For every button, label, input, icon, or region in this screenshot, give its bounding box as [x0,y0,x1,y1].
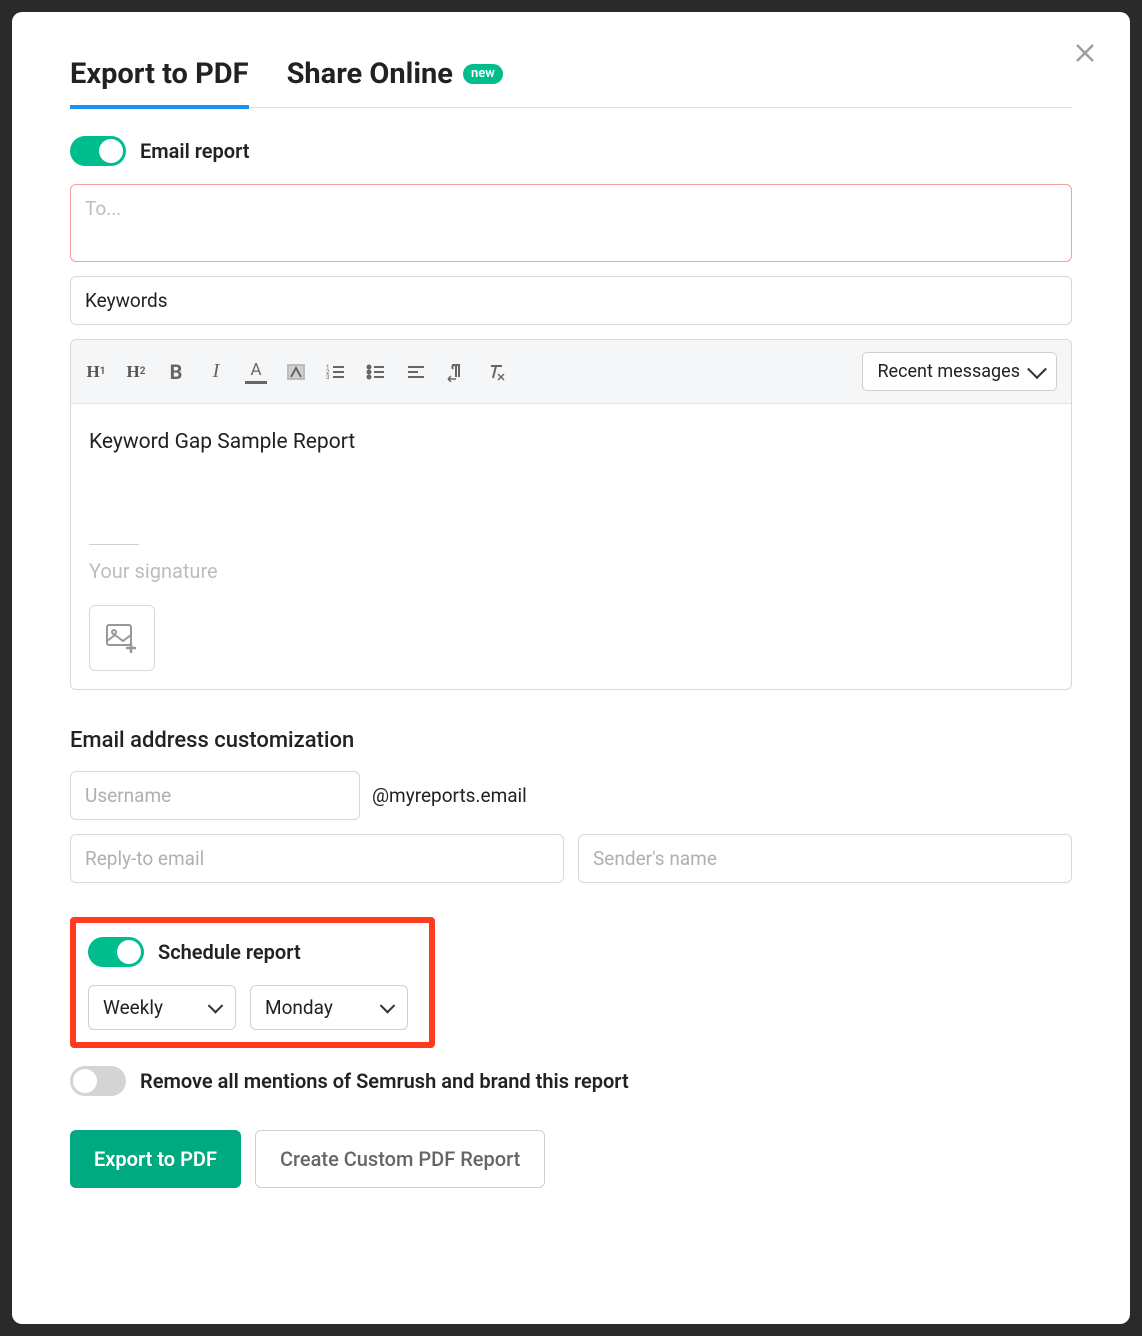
tab-export-pdf[interactable]: Export to PDF [70,57,249,109]
export-modal: Export to PDF Share Online new Email rep… [12,12,1130,1324]
schedule-label: Schedule report [158,940,301,964]
sender-name-input[interactable] [578,834,1072,883]
recent-messages-select[interactable]: Recent messages [862,352,1057,391]
tab-share-label: Share Online [287,57,453,91]
h2-button[interactable]: H2 [125,360,147,384]
new-badge: new [463,64,503,84]
email-customization-title: Email address customization [70,728,1072,753]
schedule-toggle[interactable] [88,937,144,967]
unordered-list-button[interactable] [365,360,387,384]
to-input[interactable]: To... [70,184,1072,262]
editor-toolbar: H1 H2 B I A 123 Recent m [71,340,1071,404]
signature-divider [89,544,139,545]
branding-label: Remove all mentions of Semrush and brand… [140,1069,629,1093]
frequency-select[interactable]: Weekly [88,985,236,1030]
export-button[interactable]: Export to PDF [70,1130,241,1188]
tab-share-online[interactable]: Share Online new [287,57,503,105]
close-button[interactable] [1070,38,1100,68]
email-report-toggle[interactable] [70,136,126,166]
bold-button[interactable]: B [165,360,187,384]
custom-report-button[interactable]: Create Custom PDF Report [255,1130,545,1188]
bg-color-button[interactable] [285,360,307,384]
modal-tabs: Export to PDF Share Online new [70,57,1072,108]
h1-button[interactable]: H1 [85,360,107,384]
clear-format-button[interactable] [485,360,507,384]
message-text: Keyword Gap Sample Report [89,430,1053,454]
align-button[interactable] [405,360,427,384]
svg-text:3: 3 [326,374,329,381]
ordered-list-button[interactable]: 123 [325,360,347,384]
username-input[interactable] [70,771,360,820]
to-placeholder: To... [85,197,121,220]
add-image-button[interactable] [89,605,155,671]
rtl-button[interactable] [445,360,467,384]
email-report-label: Email report [140,139,250,163]
text-color-button[interactable]: A [245,360,267,384]
editor-body[interactable]: Keyword Gap Sample Report Your signature [71,404,1071,689]
day-value: Monday [265,996,333,1019]
branding-toggle[interactable] [70,1066,126,1096]
frequency-value: Weekly [103,996,163,1019]
reply-to-input[interactable] [70,834,564,883]
subject-input[interactable] [70,276,1072,325]
day-select[interactable]: Monday [250,985,408,1030]
email-domain: @myreports.email [372,784,527,807]
schedule-highlight: Schedule report Weekly Monday [70,917,435,1048]
message-editor: H1 H2 B I A 123 Recent m [70,339,1072,690]
italic-button[interactable]: I [205,360,227,384]
recent-messages-label: Recent messages [877,361,1020,382]
signature-placeholder: Your signature [89,559,1053,583]
